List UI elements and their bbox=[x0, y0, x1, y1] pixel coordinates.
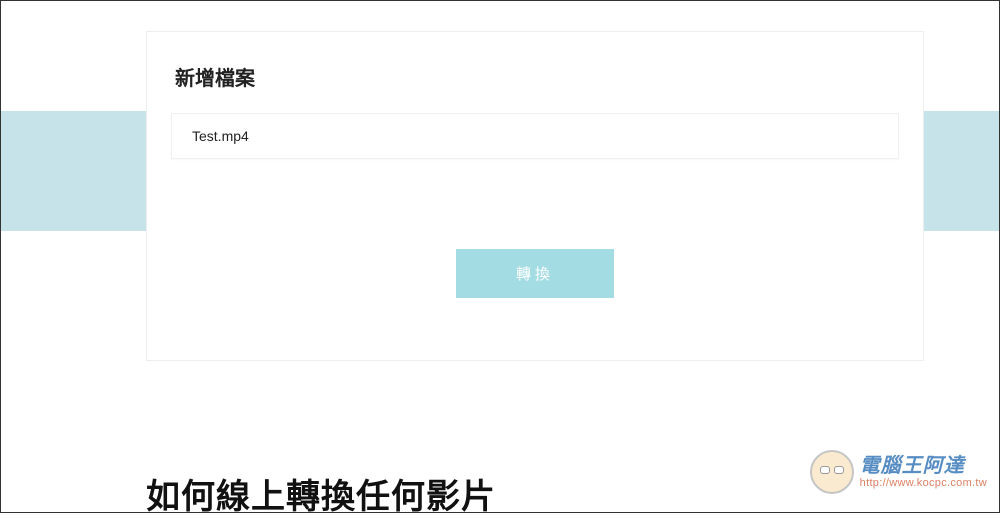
convert-button[interactable]: 轉換 bbox=[456, 249, 614, 298]
file-name-label: Test.mp4 bbox=[192, 128, 249, 144]
add-file-card: 新增檔案 Test.mp4 轉換 bbox=[146, 31, 924, 361]
card-title: 新增檔案 bbox=[175, 62, 899, 91]
section-heading: 如何線上轉換任何影片 bbox=[146, 469, 496, 518]
file-item[interactable]: Test.mp4 bbox=[171, 113, 899, 159]
watermark-title: 電腦王阿達 bbox=[860, 455, 987, 477]
watermark-avatar-icon bbox=[810, 450, 854, 494]
watermark-text: 電腦王阿達 http://www.kocpc.com.tw bbox=[860, 455, 987, 489]
watermark: 電腦王阿達 http://www.kocpc.com.tw bbox=[810, 450, 987, 494]
watermark-url: http://www.kocpc.com.tw bbox=[860, 477, 987, 489]
